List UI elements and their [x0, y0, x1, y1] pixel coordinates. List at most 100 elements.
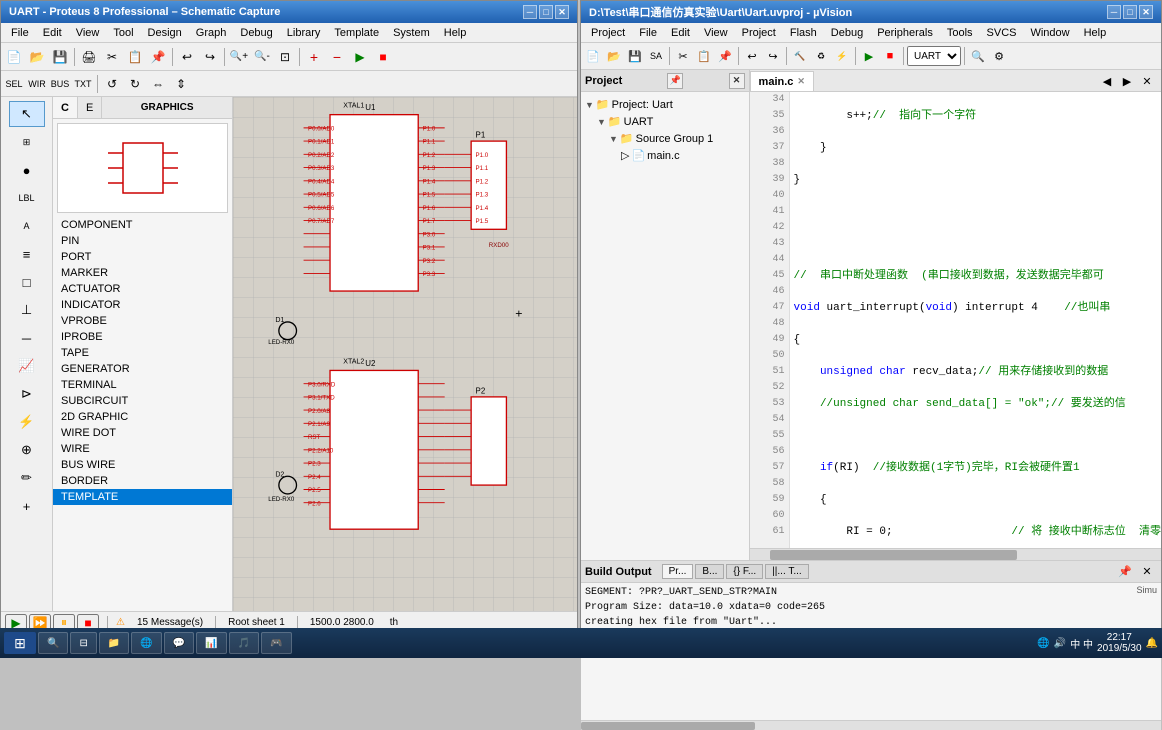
uv-open-button[interactable]: 📂 — [604, 46, 624, 66]
uv-menu-help[interactable]: Help — [1078, 25, 1113, 41]
comp-wire[interactable]: WIRE — [53, 441, 232, 457]
comp-template[interactable]: TEMPLATE — [53, 489, 232, 505]
uv-menu-project2[interactable]: Project — [736, 25, 782, 41]
proteus-minimize-button[interactable]: ─ — [523, 5, 537, 19]
build-scrollbar-h[interactable] — [581, 720, 1161, 730]
build-tab-t[interactable]: ||... T... — [765, 564, 808, 579]
uv-menu-window[interactable]: Window — [1024, 25, 1075, 41]
start-button[interactable]: ⊞ — [4, 632, 36, 654]
uv-copy-button[interactable]: 📋 — [694, 46, 714, 66]
uv-debug-stop-button[interactable]: ■ — [880, 46, 900, 66]
comp-indicator[interactable]: INDICATOR — [53, 297, 232, 313]
build-output-pin[interactable]: 📌 — [1115, 562, 1135, 582]
uv-paste-button[interactable]: 📌 — [715, 46, 735, 66]
taskbar-app3[interactable]: 🎵 — [229, 632, 259, 654]
uv-menu-peripherals[interactable]: Peripherals — [871, 25, 939, 41]
select-button[interactable]: SEL — [3, 73, 25, 95]
menu-help[interactable]: Help — [438, 25, 473, 41]
taskbar-browser[interactable]: 🌐 — [131, 632, 161, 654]
uv-menu-flash[interactable]: Flash — [784, 25, 823, 41]
tree-root[interactable]: ▼ 📁 Project: Uart — [581, 96, 749, 113]
bus-button[interactable]: BUS — [49, 73, 71, 95]
uv-search-button[interactable]: 🔍 — [968, 46, 988, 66]
uv-flash-button[interactable]: ⚡ — [832, 46, 852, 66]
taskbar-app1[interactable]: 💬 — [164, 632, 194, 654]
terminal-tool[interactable]: ⊥ — [9, 297, 45, 323]
rotate-left-button[interactable]: ↺ — [101, 73, 123, 95]
build-tab-pr[interactable]: Pr... — [662, 564, 694, 579]
uv-target-selector[interactable]: UART — [907, 46, 961, 66]
copy-button[interactable]: 📋 — [124, 46, 146, 68]
editor-tab-close[interactable]: ✕ — [797, 76, 805, 87]
uv-build-button[interactable]: 🔨 — [790, 46, 810, 66]
editor-nav-left[interactable]: ◀ — [1097, 71, 1117, 91]
uv-menu-svcs[interactable]: SVCS — [981, 25, 1023, 41]
text-script-tool[interactable]: A — [9, 213, 45, 239]
uv-menu-debug[interactable]: Debug — [825, 25, 869, 41]
project-panel-pin[interactable]: 📌 — [667, 73, 683, 89]
menu-view[interactable]: View — [70, 25, 106, 41]
component-remove-button[interactable]: − — [326, 46, 348, 68]
comp-subcircuit[interactable]: SUBCIRCUIT — [53, 393, 232, 409]
taskbar-explorer[interactable]: 📁 — [99, 632, 129, 654]
paste-button[interactable]: 📌 — [147, 46, 169, 68]
uv-menu-view[interactable]: View — [698, 25, 734, 41]
mirror-h-button[interactable]: ⇔ — [147, 73, 169, 95]
comp-2d-graphic[interactable]: 2D GRAPHIC — [53, 409, 232, 425]
probe-tool[interactable]: ⊕ — [9, 437, 45, 463]
menu-template[interactable]: Template — [328, 25, 385, 41]
new-button[interactable]: 📄 — [3, 46, 25, 68]
schematic-canvas[interactable]: U1 XTAL1 — [233, 97, 577, 611]
uvision-close-button[interactable]: ✕ — [1139, 5, 1153, 19]
code-scrollbar-h[interactable] — [750, 548, 1161, 560]
print-button[interactable]: 🖨 — [78, 46, 100, 68]
comp-vprobe[interactable]: VPROBE — [53, 313, 232, 329]
save-button[interactable]: 💾 — [49, 46, 71, 68]
pointer-tool[interactable]: ↖ — [9, 101, 45, 127]
system-clock[interactable]: 22:17 2019/5/30 — [1097, 632, 1142, 654]
menu-graph[interactable]: Graph — [190, 25, 233, 41]
draw-tool[interactable]: ✏ — [9, 465, 45, 491]
menu-design[interactable]: Design — [142, 25, 188, 41]
comp-terminal[interactable]: TERMINAL — [53, 377, 232, 393]
uv-menu-edit[interactable]: Edit — [665, 25, 696, 41]
menu-debug[interactable]: Debug — [234, 25, 278, 41]
menu-library[interactable]: Library — [281, 25, 327, 41]
notification-icon[interactable]: 🔔 — [1146, 638, 1158, 649]
proteus-restore-button[interactable]: □ — [539, 5, 553, 19]
taskbar-app2[interactable]: 📊 — [196, 632, 226, 654]
open-button[interactable]: 📂 — [26, 46, 48, 68]
editor-close-all[interactable]: ✕ — [1137, 71, 1157, 91]
build-tab-f[interactable]: {} F... — [726, 564, 763, 579]
uv-save-button[interactable]: 💾 — [625, 46, 645, 66]
uv-redo-button[interactable]: ↪ — [763, 46, 783, 66]
uv-menu-tools[interactable]: Tools — [941, 25, 979, 41]
taskbar-app4[interactable]: 🎮 — [261, 632, 291, 654]
build-output-close[interactable]: ✕ — [1137, 562, 1157, 582]
comp-iprobe[interactable]: IPROBE — [53, 329, 232, 345]
text-button[interactable]: TXT — [72, 73, 94, 95]
label-tool[interactable]: LBL — [9, 185, 45, 211]
sub-circuit-tool[interactable]: □ — [9, 269, 45, 295]
zoom-in-button[interactable]: 🔍+ — [228, 46, 250, 68]
comp-generator[interactable]: GENERATOR — [53, 361, 232, 377]
uv-new-button[interactable]: 📄 — [583, 46, 603, 66]
build-tab-b[interactable]: B... — [695, 564, 724, 579]
menu-system[interactable]: System — [387, 25, 436, 41]
comp-tape[interactable]: TAPE — [53, 345, 232, 361]
taskbar-search[interactable]: 🔍 — [38, 632, 68, 654]
uv-rebuild-button[interactable]: ♻ — [811, 46, 831, 66]
menu-edit[interactable]: Edit — [37, 25, 68, 41]
comp-bus-wire[interactable]: BUS WIRE — [53, 457, 232, 473]
uv-menu-project[interactable]: Project — [585, 25, 631, 41]
code-text[interactable]: s++;// 指向下一个字符 } } // 串口中断处理函数 (串口接收到数据，… — [790, 92, 1161, 548]
code-content[interactable]: 3435363738 3940414243 4445464748 4950515… — [750, 92, 1161, 548]
panel-tab-c[interactable]: C — [53, 97, 78, 118]
uv-save-all-button[interactable]: SA — [646, 46, 666, 66]
menu-tool[interactable]: Tool — [107, 25, 139, 41]
undo-button[interactable]: ↩ — [176, 46, 198, 68]
comp-component[interactable]: COMPONENT — [53, 217, 232, 233]
tree-uart-group[interactable]: ▼ 📁 UART — [581, 113, 749, 130]
graph-tool[interactable]: 📈 — [9, 353, 45, 379]
run-button[interactable]: ▶ — [349, 46, 371, 68]
